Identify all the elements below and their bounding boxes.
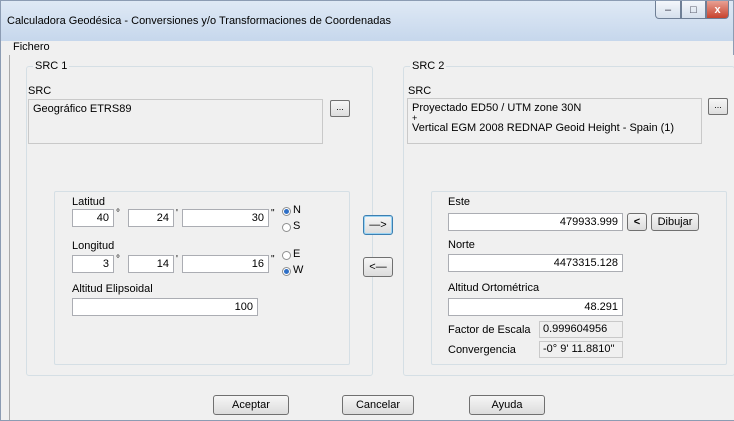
window-title: Calculadora Geodésica - Conversiones y/o… [7,15,391,27]
client-area: SRC 1 SRC Geográfico ETRS89 ... Latitud … [9,55,734,420]
convert-backward-button[interactable]: <— [363,257,393,277]
lat-north-label: N [293,204,301,216]
lon-sec-symbol: " [271,254,275,265]
lon-deg-symbol: ° [116,254,120,265]
aceptar-button[interactable]: Aceptar [213,395,289,415]
norte-label: Norte [448,239,475,251]
lon-west-radio[interactable] [282,267,291,276]
src2-src-line3: Vertical EGM 2008 REDNAP Geoid Height - … [412,122,675,134]
close-button[interactable]: x [706,1,729,19]
lat-deg-symbol: ° [116,208,120,219]
src2-src-line1: Proyectado ED50 / UTM zone 30N [412,102,582,114]
altitud-elipsoidal-label: Altitud Elipsoidal [72,283,153,295]
cancelar-button[interactable]: Cancelar [342,395,414,415]
norte-input[interactable]: 4473315.128 [448,254,623,272]
factor-escala-value: 0.999604956 [539,321,623,338]
convergencia-label: Convergencia [448,344,516,356]
lat-north-radio[interactable] [282,207,291,216]
lon-seconds-input[interactable]: 16 [182,255,269,273]
convert-forward-button[interactable]: —> [363,215,393,235]
minimize-button[interactable]: – [655,1,681,19]
src2-src-line2: + [412,113,418,123]
ayuda-button[interactable]: Ayuda [469,395,545,415]
lat-min-symbol: ' [176,208,178,219]
lat-south-radio[interactable] [282,223,291,232]
src2-group-label: SRC 2 [410,60,447,72]
lon-west-label: W [293,264,304,276]
lat-south-label: S [293,220,301,232]
src1-src-label: SRC [28,85,52,97]
lon-degrees-input[interactable]: 3 [72,255,114,273]
menu-fichero[interactable]: Fichero [13,41,50,53]
dibujar-button[interactable]: Dibujar [651,213,699,231]
src2-browse-button[interactable]: ... [708,98,728,115]
maximize-button[interactable]: □ [681,1,706,19]
menu-bar: Fichero [9,41,733,55]
altitud-elipsoidal-input[interactable]: 100 [72,298,258,316]
lon-east-label: E [293,248,301,260]
altitud-ortometrica-input[interactable]: 48.291 [448,298,623,316]
longitud-label: Longitud [72,240,115,252]
lat-degrees-input[interactable]: 40 [72,209,114,227]
src2-src-display: Proyectado ED50 / UTM zone 30N + Vertica… [407,98,702,144]
src1-src-value: Geográfico ETRS89 [33,103,132,115]
src1-group-label: SRC 1 [33,60,70,72]
lat-seconds-input[interactable]: 30 [182,209,269,227]
lat-sec-symbol: " [271,208,275,219]
src1-src-display: Geográfico ETRS89 [28,99,323,144]
este-input[interactable]: 479933.999 [448,213,623,231]
src1-browse-button[interactable]: ... [330,100,350,117]
latitud-label: Latitud [72,196,106,208]
previous-button[interactable]: < [627,213,647,231]
title-bar[interactable]: Calculadora Geodésica - Conversiones y/o… [1,1,733,41]
este-label: Este [448,196,471,208]
convergencia-value: -0° 9' 11.8810'' [539,341,623,358]
altitud-ortometrica-label: Altitud Ortométrica [448,282,540,294]
lat-minutes-input[interactable]: 24 [128,209,174,227]
main-window: Calculadora Geodésica - Conversiones y/o… [0,0,734,421]
lon-minutes-input[interactable]: 14 [128,255,174,273]
factor-escala-label: Factor de Escala [448,324,531,336]
lon-east-radio[interactable] [282,251,291,260]
src2-src-label: SRC [408,85,432,97]
lon-min-symbol: ' [176,254,178,265]
